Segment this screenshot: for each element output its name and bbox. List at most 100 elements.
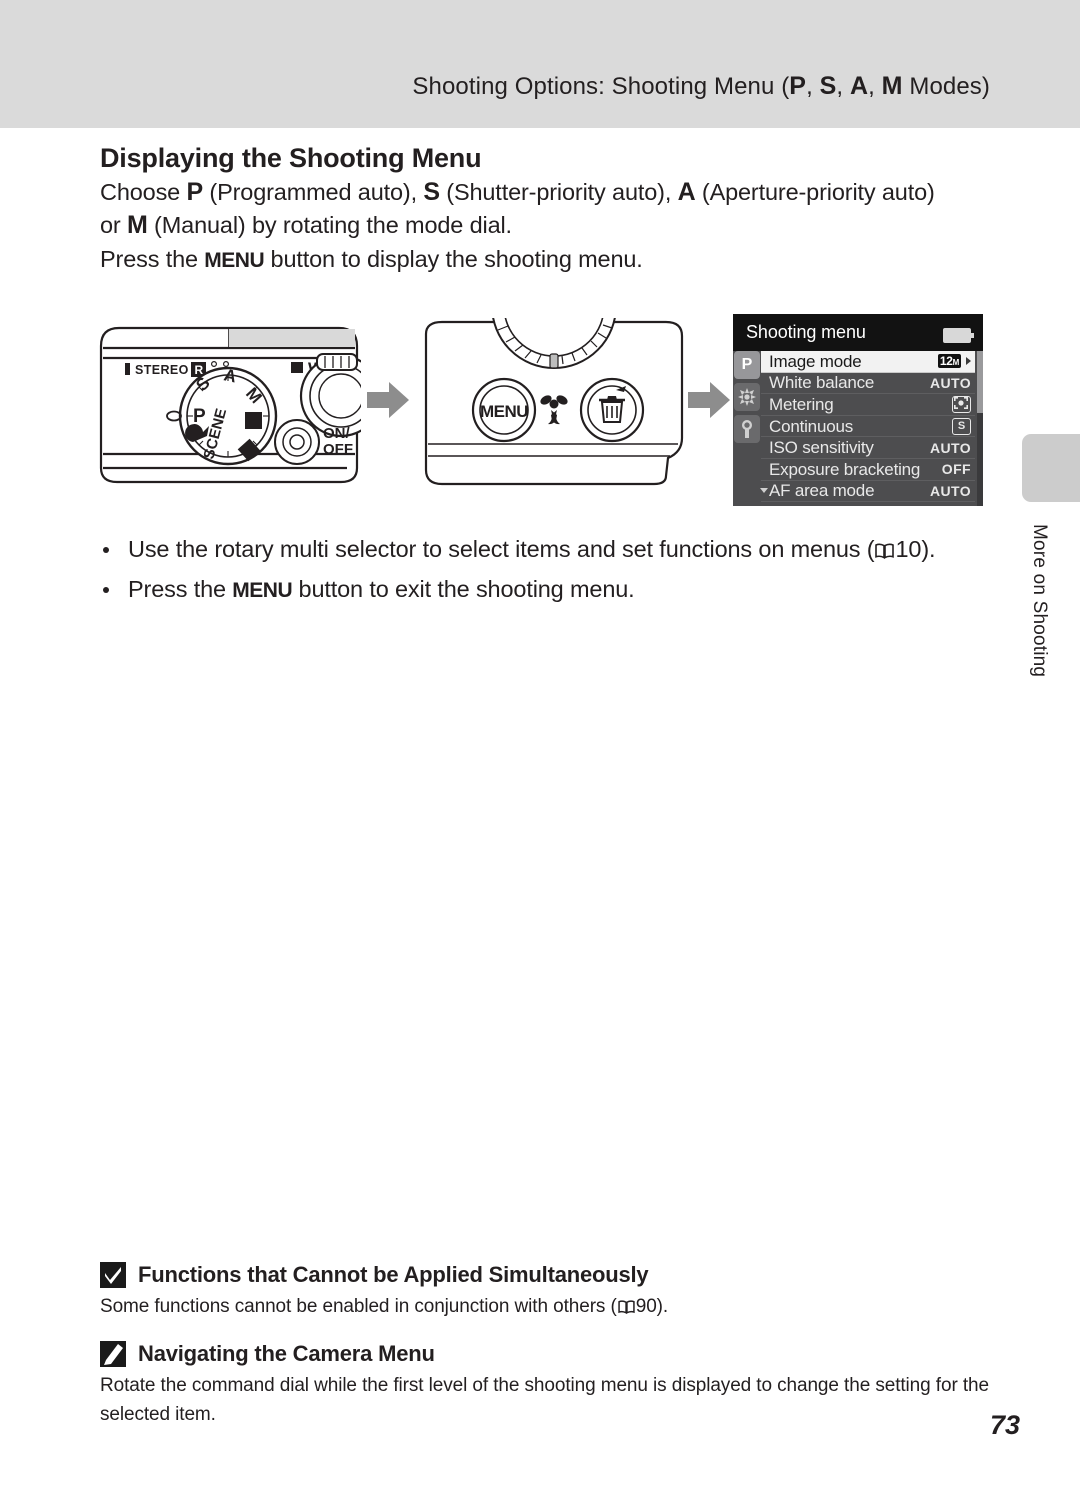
battery-icon [943,328,974,343]
menu-side-tabs: P [733,351,761,506]
wrench-icon [742,420,752,438]
menu-item-iso-sensitivity[interactable]: ISO sensitivity AUTO [761,437,975,459]
chevron-right-icon [966,357,971,366]
flow-arrow-2 [688,380,732,425]
menu-item-exposure-bracketing-label: Exposure bracketing [769,459,921,479]
flow-arrow-1 [367,380,411,425]
bullet-item-1: Use the rotary multi selector to select … [100,530,936,570]
menu-item-white-balance-label: White balance [769,373,875,393]
movie-icon [738,388,756,406]
intro-2-b: (Manual) by rotating the mode dial. [147,212,512,238]
menu-scrollbar-thumb[interactable] [977,351,983,413]
intro-2-a: or [100,212,127,238]
menu-screen-body: P Image mode 12M White balance AUTO Mete… [733,351,983,506]
menu-item-exposure-bracketing-value: OFF [941,461,971,478]
header-sep-2: , [836,73,850,100]
bullet-item-2: Press the MENU button to exit the shooti… [100,570,935,610]
note-caution-body-before: Some functions cannot be enabled in conj… [100,1296,617,1317]
metering-icon [952,395,971,413]
book-icon [875,532,895,570]
intro-mode-m: M [126,211,148,239]
menu-item-list: Image mode 12M White balance AUTO Meteri… [760,351,975,503]
bullet-2-menu-key: MENU [232,579,293,602]
note-tip-title: Navigating the Camera Menu [138,1341,435,1366]
section-thumb-tab [1022,434,1080,502]
header-sep-3: , [868,73,882,100]
running-header-title: Shooting Options: Shooting Menu (P, S, A… [0,72,990,101]
header-mode-m: M [881,72,903,100]
menu-screen-header: Shooting menu [733,314,983,351]
svg-text:ON/: ON/ [323,425,351,442]
note-caution-body-after: ). [656,1296,669,1317]
note-tip-body: Rotate the command dial while the first … [100,1375,989,1425]
note-caution-page-ref: 90 [635,1296,657,1317]
svg-text:P: P [193,406,206,427]
header-mode-a: A [849,72,869,100]
continuous-single-icon: S [952,417,971,435]
book-icon [618,1294,635,1323]
menu-item-metering-label: Metering [769,394,834,414]
bullet-1-page-ref: 10 [895,536,922,562]
page-number: 73 [990,1410,1021,1440]
intro-mode-s: S [423,178,440,206]
notes-section: Functions that Cannot be Applied Simulta… [100,1262,990,1447]
bullet-1-text-before: Use the rotary multi selector to select … [128,536,875,562]
intro-line-3: Press the MENU button to display the sho… [100,243,643,277]
menu-tab-setup[interactable] [734,415,760,443]
menu-item-metering[interactable]: Metering [761,394,975,416]
note-caution-header: Functions that Cannot be Applied Simulta… [100,1262,990,1288]
intro-mode-p: P [186,178,204,206]
intro-1-b: (Programmed auto), [203,179,424,205]
menu-item-continuous-label: Continuous [769,416,854,436]
scroll-down-icon [760,487,768,493]
bullet-2-text-before: Press the [128,576,233,602]
camera-back-view-illustration: MENU [420,318,686,490]
menu-tab-shooting[interactable]: P [734,351,760,379]
intro-1-a: Choose [100,179,187,205]
menu-item-af-area-mode-label: AF area mode [769,481,875,501]
menu-tab-shooting-label: P [741,356,753,373]
intro-line-1: Choose P (Programmed auto), S (Shutter-p… [100,176,935,209]
bullet-list: Use the rotary multi selector to select … [100,530,936,610]
header-sep-1: , [806,73,820,100]
note-caution-title: Functions that Cannot be Applied Simulta… [138,1262,649,1287]
shooting-menu-screen: Shooting menu P Image mode 12M White bal… [733,314,983,506]
header-title-prefix: Shooting Options: Shooting Menu ( [412,73,790,100]
menu-item-continuous[interactable]: Continuous S [761,416,975,438]
svg-text:OFF: OFF [323,441,353,458]
menu-item-iso-sensitivity-label: ISO sensitivity [769,438,874,458]
page-title: Displaying the Shooting Menu [100,143,482,173]
intro-1-d: (Aperture-priority auto) [695,179,935,205]
menu-item-iso-sensitivity-value: AUTO [929,439,971,456]
menu-scrollbar[interactable] [977,351,983,506]
intro-3-b: button to display the shooting menu. [264,246,643,272]
menu-key-label: MENU [204,249,265,272]
svg-text:MENU: MENU [480,402,528,421]
header-title-suffix: Modes) [902,73,990,100]
menu-item-continuous-value: S [957,419,966,432]
caution-check-icon [100,1262,126,1288]
note-caution-body: Some functions cannot be enabled in conj… [100,1292,990,1323]
intro-3-a: Press the [100,246,205,272]
menu-item-image-mode[interactable]: Image mode 12M [761,351,975,373]
header-mode-s: S [819,72,837,100]
bullet-2-text-after: button to exit the shooting menu. [292,576,635,602]
running-header-band [0,0,1080,128]
menu-item-image-mode-label: Image mode [769,351,862,371]
pencil-note-icon [100,1341,126,1367]
intro-1-c: (Shutter-priority auto), [439,179,678,205]
intro-mode-a: A [677,178,696,206]
menu-item-white-balance[interactable]: White balance AUTO [761,373,975,395]
menu-item-white-balance-value: AUTO [929,374,971,391]
menu-item-af-area-mode[interactable]: AF area mode AUTO [760,481,975,503]
intro-line-2: or M (Manual) by rotating the mode dial. [100,209,512,242]
menu-item-exposure-bracketing[interactable]: Exposure bracketing OFF [761,459,975,481]
menu-tab-movie[interactable] [734,383,760,411]
menu-screen-title: Shooting menu [746,322,866,342]
bullet-1-text-after: ). [921,536,936,562]
menu-item-af-area-mode-value: AUTO [929,482,971,499]
header-mode-p: P [789,72,807,100]
note-tip-header: Navigating the Camera Menu [100,1341,990,1367]
section-tab-label: More on Shooting [1029,524,1050,678]
menu-item-image-mode-value: 12M [937,354,961,369]
